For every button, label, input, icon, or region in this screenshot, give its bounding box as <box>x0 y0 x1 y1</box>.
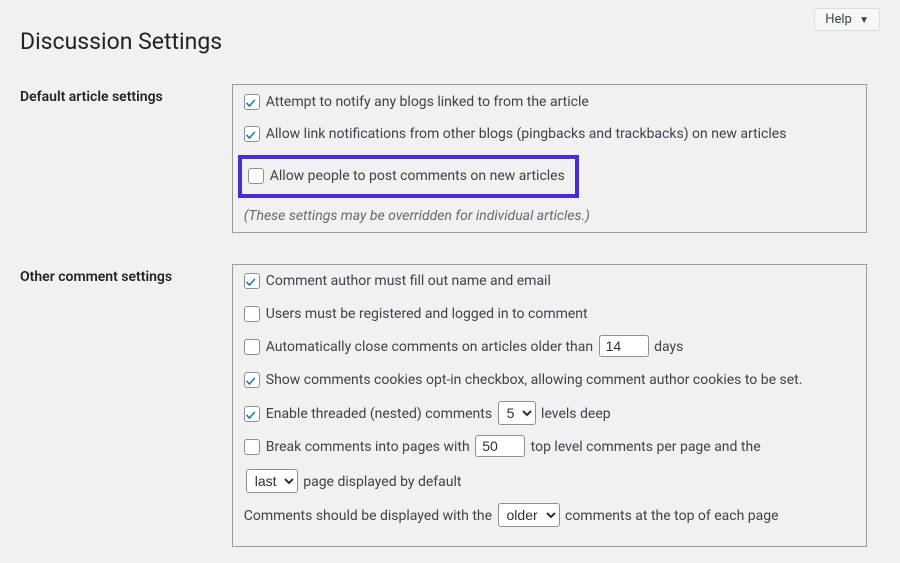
paginate-mid-label: top level comments per page and the <box>527 439 760 455</box>
help-button-label: Help <box>825 12 852 27</box>
allow-comments-highlight: Allow people to post comments on new art… <box>238 155 579 197</box>
auto-close-row: Automatically close comments on articles… <box>244 335 857 358</box>
paginate-checkbox[interactable] <box>244 439 260 455</box>
require-name-email-checkbox[interactable] <box>244 273 260 289</box>
section-heading-default-article: Default article settings <box>20 69 220 249</box>
show-cookies-label: Show comments cookies opt-in checkbox, a… <box>266 372 803 388</box>
paginate-perpage-input[interactable] <box>475 435 525 457</box>
auto-close-checkbox[interactable] <box>244 339 260 355</box>
require-name-email-row: Comment author must fill out name and em… <box>244 270 857 292</box>
notify-blogs-label: Attempt to notify any blogs linked to fr… <box>266 94 589 110</box>
paginate-page-select[interactable]: last <box>246 469 298 493</box>
auto-close-post-label: days <box>651 339 684 355</box>
show-cookies-checkbox[interactable] <box>244 372 260 388</box>
paginate-order-row: last page displayed by default <box>244 469 857 493</box>
allow-comments-checkbox[interactable] <box>248 168 264 184</box>
allow-comments-label: Allow people to post comments on new art… <box>270 168 565 184</box>
page-title: Discussion Settings <box>20 10 880 69</box>
allow-pingbacks-checkbox[interactable] <box>244 126 260 142</box>
paginate-page-post-label: page displayed by default <box>300 474 462 490</box>
require-name-email-label: Comment author must fill out name and em… <box>266 273 551 289</box>
comment-order-select[interactable]: older <box>498 503 560 527</box>
require-registered-row: Users must be registered and logged in t… <box>244 303 857 325</box>
threaded-levels-select[interactable]: 5 <box>498 401 536 425</box>
chevron-down-icon: ▼ <box>859 15 869 26</box>
threaded-post-label: levels deep <box>538 406 611 422</box>
order-post-label: comments at the top of each page <box>562 508 779 524</box>
auto-close-pre-label: Automatically close comments on articles… <box>266 339 597 355</box>
auto-close-days-input[interactable] <box>599 335 649 357</box>
threaded-row: Enable threaded (nested) comments 5 leve… <box>244 401 857 425</box>
paginate-pre-label: Break comments into pages with <box>266 439 473 455</box>
notify-blogs-row: Attempt to notify any blogs linked to fr… <box>244 91 857 113</box>
allow-pingbacks-row: Allow link notifications from other blog… <box>244 123 857 145</box>
default-article-note: (These settings may be overridden for in… <box>244 208 857 224</box>
allow-comments-row: Allow people to post comments on new art… <box>248 165 565 187</box>
help-button[interactable]: Help ▼ <box>814 8 880 31</box>
section-heading-other-comment: Other comment settings <box>20 249 220 563</box>
paginate-row: Break comments into pages with top level… <box>244 435 857 458</box>
order-pre-label: Comments should be displayed with the <box>244 508 496 524</box>
threaded-pre-label: Enable threaded (nested) comments <box>266 406 496 422</box>
comment-order-row: Comments should be displayed with the ol… <box>244 503 857 527</box>
allow-pingbacks-label: Allow link notifications from other blog… <box>266 126 787 142</box>
require-registered-checkbox[interactable] <box>244 306 260 322</box>
show-cookies-row: Show comments cookies opt-in checkbox, a… <box>244 369 857 391</box>
notify-blogs-checkbox[interactable] <box>244 94 260 110</box>
threaded-checkbox[interactable] <box>244 406 260 422</box>
require-registered-label: Users must be registered and logged in t… <box>266 306 588 322</box>
